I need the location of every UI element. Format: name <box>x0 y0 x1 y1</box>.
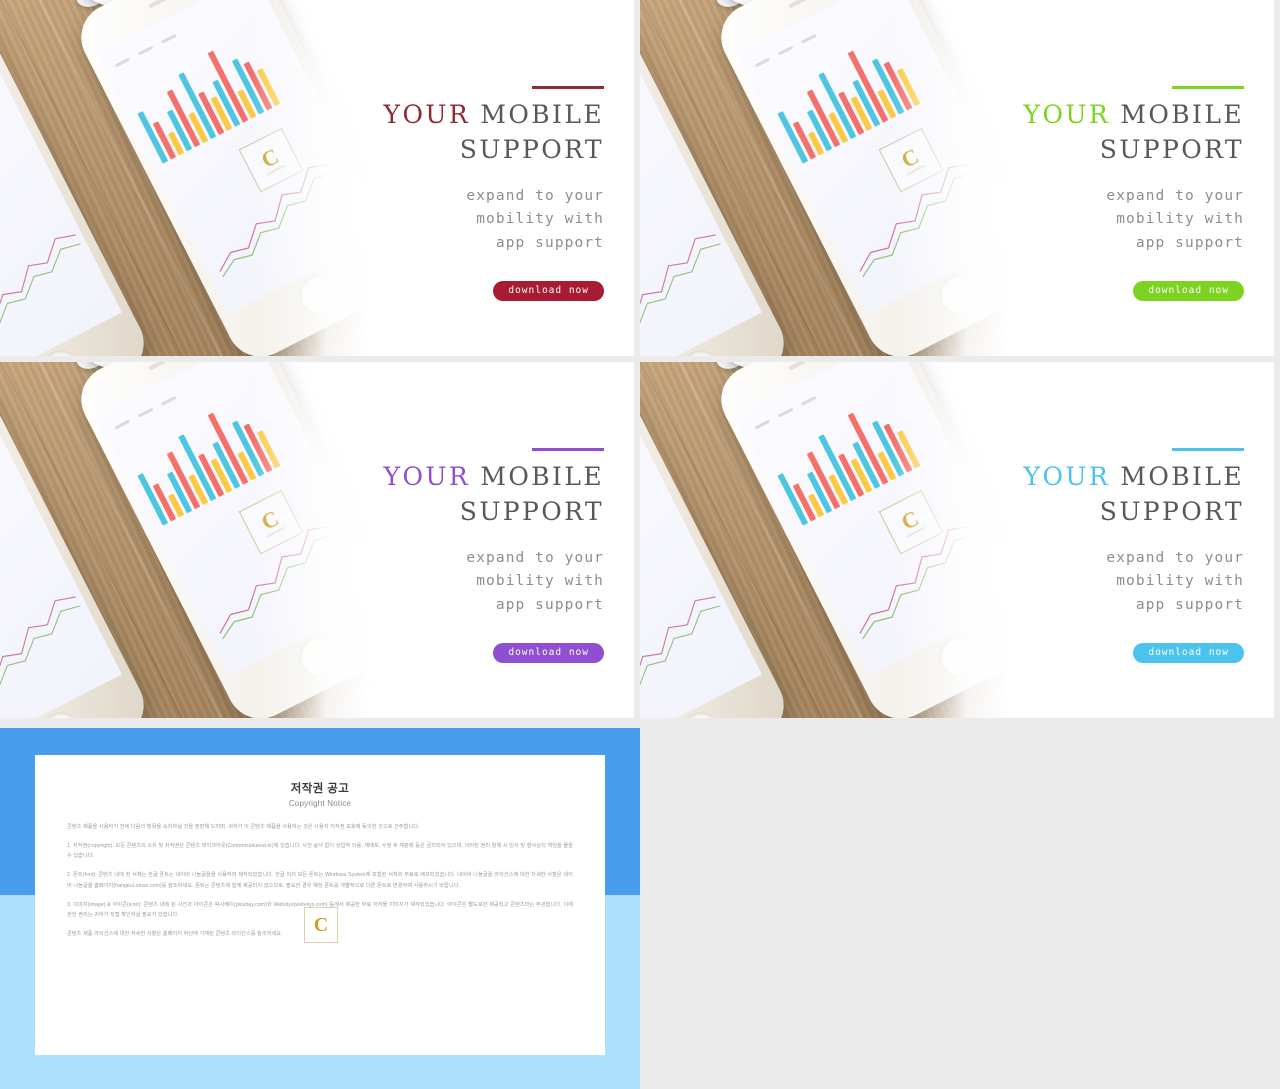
title-accent-word: YOUR <box>383 100 471 129</box>
subtitle-line-2: mobility with <box>1116 211 1244 228</box>
subtitle: expand to your mobility with app support <box>992 547 1244 617</box>
subtitle-line-3: app support <box>1135 234 1244 251</box>
download-now-button[interactable]: download now <box>1133 281 1244 302</box>
slide-thumbnail-4[interactable]: C CONTENTS YOUR MOBILE SUPPORT expand to… <box>640 362 1274 718</box>
subtitle-line-2: mobility with <box>1116 573 1244 590</box>
photo-scene: C CONTENTS <box>640 0 1012 356</box>
copyright-paragraph: 1. 저작권(copyright): 모든 콘텐츠의 소유 및 저작권은 콘텐츠… <box>67 843 573 860</box>
subtitle: expand to your mobility with app support <box>992 185 1244 255</box>
accent-rule <box>1172 448 1244 451</box>
download-now-button[interactable]: download now <box>493 643 604 664</box>
phone-speaker <box>788 0 826 9</box>
copyright-title-en: Copyright Notice <box>288 799 352 808</box>
content-watermark-logo: C <box>304 907 338 943</box>
subtitle-line-1: expand to your <box>466 550 604 566</box>
watermark-letter: C <box>313 914 329 936</box>
accent-rule <box>1172 86 1244 89</box>
photo-scene: C CONTENTS <box>640 362 1012 718</box>
title-accent-word: YOUR <box>383 462 471 491</box>
phone-mockup-photo: C CONTENTS <box>640 0 1012 356</box>
page-title: YOUR MOBILE SUPPORT <box>992 98 1244 167</box>
subtitle-line-1: expand to your <box>466 188 604 204</box>
subtitle-line-1: expand to your <box>1106 188 1244 204</box>
slide-thumbnail-3[interactable]: C CONTENTS YOUR MOBILE SUPPORT expand to… <box>0 362 634 718</box>
subtitle-line-2: mobility with <box>476 211 604 228</box>
slide-thumbnail-2[interactable]: C CONTENTS YOUR MOBILE SUPPORT expand to… <box>640 0 1274 356</box>
phone-mockup-photo: C CONTENTS <box>0 0 372 356</box>
accent-rule <box>532 448 604 451</box>
title-rest: MOBILE <box>470 462 604 491</box>
phone-speaker <box>788 362 826 371</box>
copyright-notice-slide[interactable]: 저작권 공고 Copyright Notice 콘텐츠 제품을 사용하기 전에 … <box>0 728 640 1089</box>
subtitle-line-3: app support <box>495 234 604 251</box>
subtitle: expand to your mobility with app support <box>352 185 604 255</box>
title-rest: MOBILE <box>1110 462 1244 491</box>
title-line-2: SUPPORT <box>1099 134 1244 164</box>
accent-rule <box>532 86 604 89</box>
title-rest: MOBILE <box>470 100 604 129</box>
title-rest: MOBILE <box>1110 100 1244 129</box>
subtitle-line-1: expand to your <box>1106 550 1244 566</box>
photo-scene: C CONTENTS <box>0 0 372 356</box>
download-now-button[interactable]: download now <box>493 281 604 302</box>
subtitle-line-3: app support <box>1135 596 1244 613</box>
subtitle-line-2: mobility with <box>476 573 604 590</box>
page-title: YOUR MOBILE SUPPORT <box>992 460 1244 529</box>
phone-mockup-photo: C CONTENTS <box>640 362 1012 718</box>
slide-text-block: YOUR MOBILE SUPPORT expand to your mobil… <box>352 86 604 302</box>
title-line-2: SUPPORT <box>459 496 604 526</box>
phone-speaker <box>148 362 186 371</box>
title-line-2: SUPPORT <box>459 134 604 164</box>
slide-text-block: YOUR MOBILE SUPPORT expand to your mobil… <box>992 448 1244 664</box>
phone-speaker <box>148 0 186 9</box>
title-accent-word: YOUR <box>1023 462 1111 491</box>
title-accent-word: YOUR <box>1023 100 1111 129</box>
page-title: YOUR MOBILE SUPPORT <box>352 98 604 167</box>
page-title: YOUR MOBILE SUPPORT <box>352 460 604 529</box>
photo-scene: C CONTENTS <box>0 362 372 718</box>
subtitle-line-3: app support <box>495 596 604 613</box>
slide-text-block: YOUR MOBILE SUPPORT expand to your mobil… <box>992 86 1244 302</box>
presentation-board: C CONTENTS YOUR MOBILE SUPPORT expand to… <box>0 0 1280 1089</box>
slide-text-block: YOUR MOBILE SUPPORT expand to your mobil… <box>352 448 604 664</box>
copyright-header: 저작권 공고 Copyright Notice <box>35 755 605 808</box>
subtitle: expand to your mobility with app support <box>352 547 604 617</box>
copyright-paragraph: 2. 폰트(font): 콘텐츠 내에 된 서체는 한글 폰트는 네이버 나눔글… <box>67 872 573 889</box>
slide-thumbnail-1[interactable]: C CONTENTS YOUR MOBILE SUPPORT expand to… <box>0 0 634 356</box>
copyright-title-ko: 저작권 공고 <box>290 783 350 795</box>
copyright-card: 저작권 공고 Copyright Notice 콘텐츠 제품을 사용하기 전에 … <box>35 755 605 1055</box>
title-line-2: SUPPORT <box>1099 496 1244 526</box>
download-now-button[interactable]: download now <box>1133 643 1244 664</box>
phone-mockup-photo: C CONTENTS <box>0 362 372 718</box>
copyright-paragraph: 콘텐츠 제품을 사용하기 전에 다음의 항목을 숙지하실 것을 권장해 드리며,… <box>67 824 420 830</box>
